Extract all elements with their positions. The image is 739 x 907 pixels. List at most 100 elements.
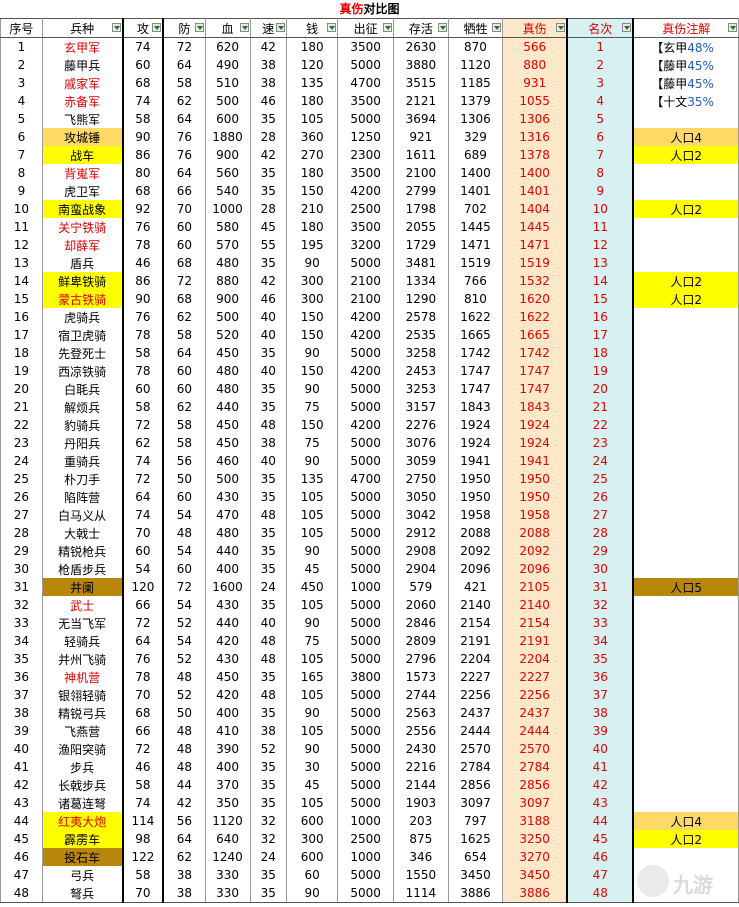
cell-out[interactable]: 5000 — [337, 110, 395, 128]
cell-name[interactable]: 枪盾步兵 — [41, 560, 124, 578]
cell-rank[interactable]: 40 — [566, 740, 634, 758]
cell-spd[interactable]: 32 — [249, 830, 287, 848]
cell-atk[interactable]: 74 — [121, 506, 164, 524]
cell-no[interactable]: 12 — [0, 236, 43, 254]
cell-damage[interactable]: 2088 — [502, 524, 568, 542]
cell-out[interactable]: 2500 — [337, 200, 395, 218]
cell-hp[interactable]: 880 — [204, 272, 251, 290]
cell-no[interactable]: 16 — [0, 308, 43, 326]
cell-name[interactable]: 虎骑兵 — [41, 308, 124, 326]
cell-hp[interactable]: 480 — [204, 380, 251, 398]
cell-rank[interactable]: 18 — [566, 344, 634, 362]
cell-cost[interactable]: 135 — [285, 74, 339, 92]
cell-out[interactable]: 5000 — [337, 488, 395, 506]
cell-hp[interactable]: 490 — [204, 56, 251, 74]
cell-name[interactable]: 宿卫虎骑 — [41, 326, 124, 344]
cell-damage[interactable]: 1665 — [502, 326, 568, 344]
filter-dropdown-icon[interactable] — [437, 23, 447, 32]
cell-rank[interactable]: 27 — [566, 506, 634, 524]
cell-rank[interactable]: 9 — [566, 182, 634, 200]
cell-spd[interactable]: 48 — [249, 416, 287, 434]
cell-hp[interactable]: 1120 — [204, 812, 251, 830]
cell-atk[interactable]: 76 — [121, 218, 164, 236]
filter-dropdown-icon[interactable] — [194, 23, 204, 32]
cell-spd[interactable]: 48 — [249, 632, 287, 650]
cell-alive[interactable]: 2809 — [393, 632, 449, 650]
cell-lost[interactable]: 1379 — [447, 92, 504, 110]
filter-dropdown-icon[interactable] — [728, 23, 737, 32]
cell-def[interactable]: 60 — [162, 488, 206, 506]
cell-rank[interactable]: 4 — [566, 92, 634, 110]
cell-rank[interactable]: 46 — [566, 848, 634, 866]
cell-cost[interactable]: 90 — [285, 614, 339, 632]
cell-name[interactable]: 盾兵 — [41, 254, 124, 272]
cell-spd[interactable]: 32 — [249, 812, 287, 830]
cell-def[interactable]: 50 — [162, 704, 206, 722]
cell-atk[interactable]: 120 — [121, 578, 164, 596]
cell-spd[interactable]: 48 — [249, 686, 287, 704]
cell-spd[interactable]: 38 — [249, 74, 287, 92]
cell-cost[interactable]: 105 — [285, 110, 339, 128]
cell-note[interactable] — [632, 506, 739, 524]
cell-note[interactable]: 人口4 — [632, 128, 739, 146]
cell-cost[interactable]: 600 — [285, 812, 339, 830]
cell-hp[interactable]: 430 — [204, 596, 251, 614]
cell-atk[interactable]: 72 — [121, 740, 164, 758]
cell-out[interactable]: 5000 — [337, 650, 395, 668]
cell-note[interactable] — [632, 470, 739, 488]
cell-def[interactable]: 62 — [162, 848, 206, 866]
cell-def[interactable]: 62 — [162, 308, 206, 326]
cell-hp[interactable]: 450 — [204, 344, 251, 362]
cell-lost[interactable]: 1519 — [447, 254, 504, 272]
cell-cost[interactable]: 45 — [285, 776, 339, 794]
cell-alive[interactable]: 346 — [393, 848, 449, 866]
col-header-rank[interactable]: 名次 — [566, 18, 634, 38]
cell-out[interactable]: 3500 — [337, 37, 395, 56]
cell-note[interactable]: 【藤甲45% — [632, 56, 739, 74]
cell-rank[interactable]: 41 — [566, 758, 634, 776]
cell-damage[interactable]: 1532 — [502, 272, 568, 290]
cell-rank[interactable]: 39 — [566, 722, 634, 740]
cell-name[interactable]: 虎卫军 — [41, 182, 124, 200]
cell-out[interactable]: 5000 — [337, 704, 395, 722]
cell-def[interactable]: 76 — [162, 146, 206, 164]
cell-damage[interactable]: 3886 — [502, 884, 568, 903]
cell-out[interactable]: 4700 — [337, 74, 395, 92]
cell-atk[interactable]: 62 — [121, 434, 164, 452]
cell-lost[interactable]: 2092 — [447, 542, 504, 560]
cell-no[interactable]: 8 — [0, 164, 43, 182]
cell-name[interactable]: 藤甲兵 — [41, 56, 124, 74]
cell-no[interactable]: 47 — [0, 866, 43, 884]
cell-alive[interactable]: 2846 — [393, 614, 449, 632]
cell-cost[interactable]: 90 — [285, 704, 339, 722]
cell-note[interactable] — [632, 218, 739, 236]
col-header-def[interactable]: 防 — [162, 18, 206, 38]
cell-name[interactable]: 西凉铁骑 — [41, 362, 124, 380]
cell-name[interactable]: 飞熊军 — [41, 110, 124, 128]
cell-hp[interactable]: 1240 — [204, 848, 251, 866]
cell-lost[interactable]: 1843 — [447, 398, 504, 416]
cell-hp[interactable]: 480 — [204, 362, 251, 380]
cell-damage[interactable]: 2444 — [502, 722, 568, 740]
cell-rank[interactable]: 35 — [566, 650, 634, 668]
cell-cost[interactable]: 300 — [285, 290, 339, 308]
cell-spd[interactable]: 35 — [249, 668, 287, 686]
cell-note[interactable] — [632, 704, 739, 722]
filter-dropdown-icon[interactable] — [239, 23, 249, 32]
cell-lost[interactable]: 797 — [447, 812, 504, 830]
cell-def[interactable]: 70 — [162, 200, 206, 218]
cell-alive[interactable]: 2055 — [393, 218, 449, 236]
cell-no[interactable]: 26 — [0, 488, 43, 506]
cell-no[interactable]: 23 — [0, 434, 43, 452]
cell-damage[interactable]: 1519 — [502, 254, 568, 272]
cell-damage[interactable]: 2256 — [502, 686, 568, 704]
cell-hp[interactable]: 330 — [204, 866, 251, 884]
cell-atk[interactable]: 74 — [121, 794, 164, 812]
cell-alive[interactable]: 579 — [393, 578, 449, 596]
cell-spd[interactable]: 48 — [249, 506, 287, 524]
cell-lost[interactable]: 1185 — [447, 74, 504, 92]
cell-hp[interactable]: 520 — [204, 326, 251, 344]
cell-spd[interactable]: 35 — [249, 488, 287, 506]
cell-atk[interactable]: 74 — [121, 37, 164, 56]
cell-spd[interactable]: 35 — [249, 524, 287, 542]
